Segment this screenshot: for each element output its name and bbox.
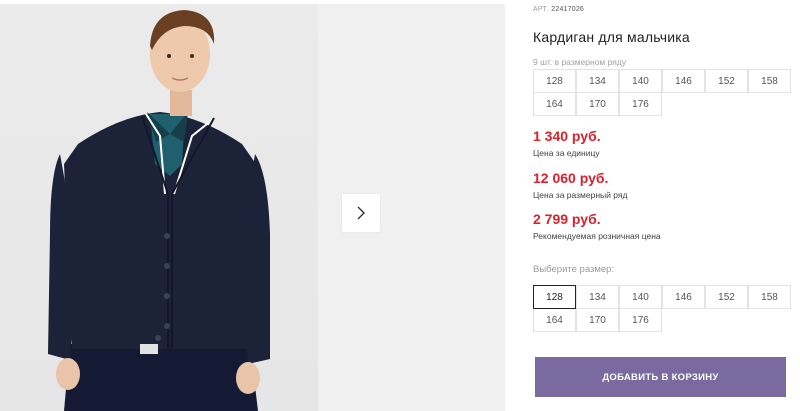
size-option[interactable]: 140 xyxy=(619,285,662,309)
retail-price: 2 799 руб. xyxy=(533,211,601,227)
add-to-cart-button[interactable]: ДОБАВИТЬ В КОРЗИНУ xyxy=(535,357,786,397)
size-row-cell: 170 xyxy=(576,92,619,116)
sku-value: 22417026 xyxy=(551,6,585,13)
size-row-cell: 176 xyxy=(619,92,662,116)
sizes-in-row-note: 9 шт. в размерном ряду xyxy=(533,57,627,67)
size-row-price: 12 060 руб. xyxy=(533,170,609,186)
gallery-next-button[interactable] xyxy=(342,194,380,232)
product-gallery xyxy=(0,0,505,411)
boy-in-cardigan-image xyxy=(48,10,270,411)
size-row-cell: 152 xyxy=(705,69,748,93)
product-photo-main[interactable] xyxy=(0,4,318,411)
size-option[interactable]: 134 xyxy=(576,285,619,309)
size-option[interactable]: 164 xyxy=(533,308,576,332)
product-info-panel: АРТ. 22417026 Кардиган для мальчика 9 шт.… xyxy=(533,0,795,411)
size-row-cell: 140 xyxy=(619,69,662,93)
size-option[interactable]: 146 xyxy=(662,285,705,309)
size-option[interactable]: 158 xyxy=(748,285,791,309)
size-option[interactable]: 176 xyxy=(619,308,662,332)
size-row-cell: 146 xyxy=(662,69,705,93)
product-title: Кардиган для мальчика xyxy=(533,29,690,45)
size-row-price-label: Цена за размерный ряд xyxy=(533,190,628,200)
size-option[interactable]: 152 xyxy=(705,285,748,309)
size-row-cell: 128 xyxy=(533,69,576,93)
size-row-grid: 128 134 140 146 152 158 164 170 176 xyxy=(533,69,791,116)
product-sku: АРТ. 22417026 xyxy=(533,6,584,13)
size-row-cell: 158 xyxy=(748,69,791,93)
unit-price: 1 340 руб. xyxy=(533,128,601,144)
sku-label: АРТ. xyxy=(533,6,549,13)
size-option[interactable]: 128 xyxy=(533,285,576,309)
size-option[interactable]: 170 xyxy=(576,308,619,332)
size-row-cell: 134 xyxy=(576,69,619,93)
chevron-right-icon xyxy=(357,206,365,220)
size-selector: 128 134 140 146 152 158 164 170 176 xyxy=(533,285,791,332)
retail-price-label: Рекомендуемая розничная цена xyxy=(533,231,661,241)
size-row-cell: 164 xyxy=(533,92,576,116)
choose-size-label: Выберите размер: xyxy=(533,264,615,275)
unit-price-label: Цена за единицу xyxy=(533,148,600,158)
